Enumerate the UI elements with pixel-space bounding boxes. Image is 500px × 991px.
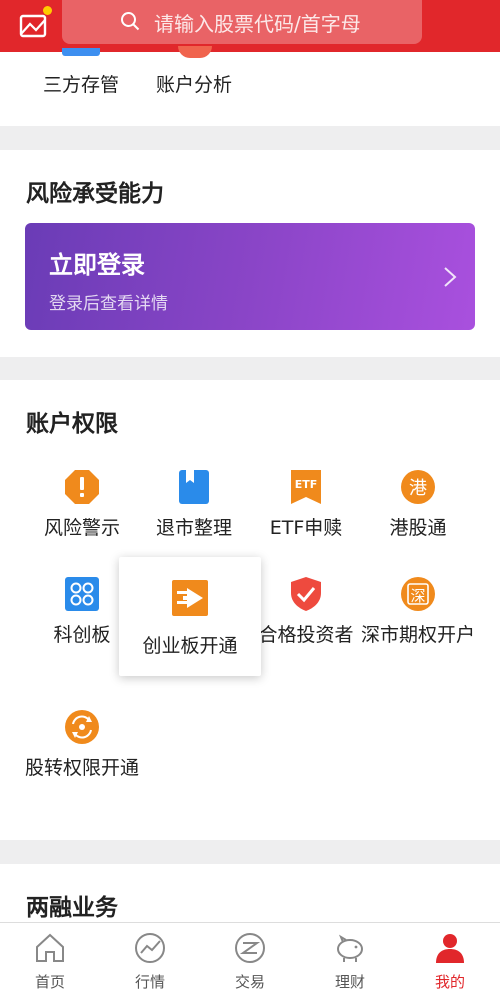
perm-risk-warning[interactable]: 风险警示 [22,469,142,543]
perm-neeq[interactable]: 股转权限开通 [22,709,142,783]
top-bar: 请输入股票代码/首字母 [0,0,500,52]
nav-label: 首页 [34,973,65,991]
perm-label: ETF申赎 [269,517,343,539]
message-icon[interactable] [18,6,52,40]
chinext-label: 创业板开通 [142,635,238,657]
chinext-popover[interactable]: 创业板开通 [119,557,261,676]
perm-etf[interactable]: ETF ETF申赎 [246,469,366,543]
perm-label: 合格投资者 [258,624,354,646]
nav-label: 行情 [134,973,165,991]
notification-dot [43,6,52,15]
perm-qualified-investor[interactable]: 合格投资者 [246,576,366,650]
piggy-icon [337,934,363,962]
custody-icon [62,48,100,56]
hk-icon: 港 [401,470,435,504]
bottom-nav: 首页 行情 交易 理财 我的 [0,922,500,991]
perm-label: 退市整理 [155,517,232,539]
nav-market[interactable]: 行情 [100,923,200,991]
perm-label: 港股通 [389,517,447,539]
shortcut-card: 三方存管 账户分析 [0,46,500,126]
nav-trade[interactable]: 交易 [200,923,300,991]
nav-label: 理财 [334,973,365,991]
login-banner[interactable]: 立即登录 登录后查看详情 [25,223,475,330]
svg-text:深: 深 [410,587,425,605]
nav-mine[interactable]: 我的 [400,923,500,991]
svg-text:ETF: ETF [295,478,318,491]
analysis-icon [178,46,212,58]
login-banner-title: 立即登录 [49,251,145,279]
transfer-icon [65,710,99,744]
nav-label: 我的 [434,973,465,991]
nav-home[interactable]: 首页 [0,923,100,991]
chevron-right-icon [444,267,457,287]
margin-business-title: 两融业务 [26,895,118,921]
star-market-icon [65,577,99,611]
margin-business-card: 两融业务 [0,864,500,924]
svg-text:港: 港 [409,478,427,499]
perm-label: 股转权限开通 [24,757,139,779]
home-icon [36,933,64,962]
warning-icon [65,470,99,504]
shield-check-icon [291,577,321,611]
risk-tolerance-card: 风险承受能力 立即登录 登录后查看详情 [0,150,500,357]
perm-label: 深市期权开户 [360,624,475,646]
account-permissions-title: 账户权限 [26,411,118,437]
shen-icon: 深 [401,577,435,611]
search-input[interactable]: 请输入股票代码/首字母 [62,0,422,44]
chart-icon [135,933,165,963]
etf-icon: ETF [291,470,321,504]
account-permissions-card: 账户权限 风险警示 退市整理 ETF ETF申赎 港 港股通 科创板 合格投资者… [0,380,500,840]
user-icon [436,934,464,963]
trade-icon [235,933,265,963]
search-placeholder: 请输入股票代码/首字母 [154,11,361,36]
account-analysis-item[interactable]: 账户分析 [156,70,232,97]
search-icon [121,12,140,31]
nav-label: 交易 [234,973,265,991]
third-party-custody-item[interactable]: 三方存管 [43,70,119,97]
perm-delisting[interactable]: 退市整理 [134,469,254,543]
perm-hk-connect[interactable]: 港 港股通 [358,469,478,543]
nav-wealth[interactable]: 理财 [300,923,400,991]
arrow-right-box-icon [172,580,208,616]
bookmark-icon [179,470,209,504]
login-banner-subtitle: 登录后查看详情 [49,294,168,314]
risk-tolerance-title: 风险承受能力 [26,181,164,207]
perm-label: 风险警示 [43,517,120,539]
perm-sz-options[interactable]: 深 深市期权开户 [358,576,478,650]
